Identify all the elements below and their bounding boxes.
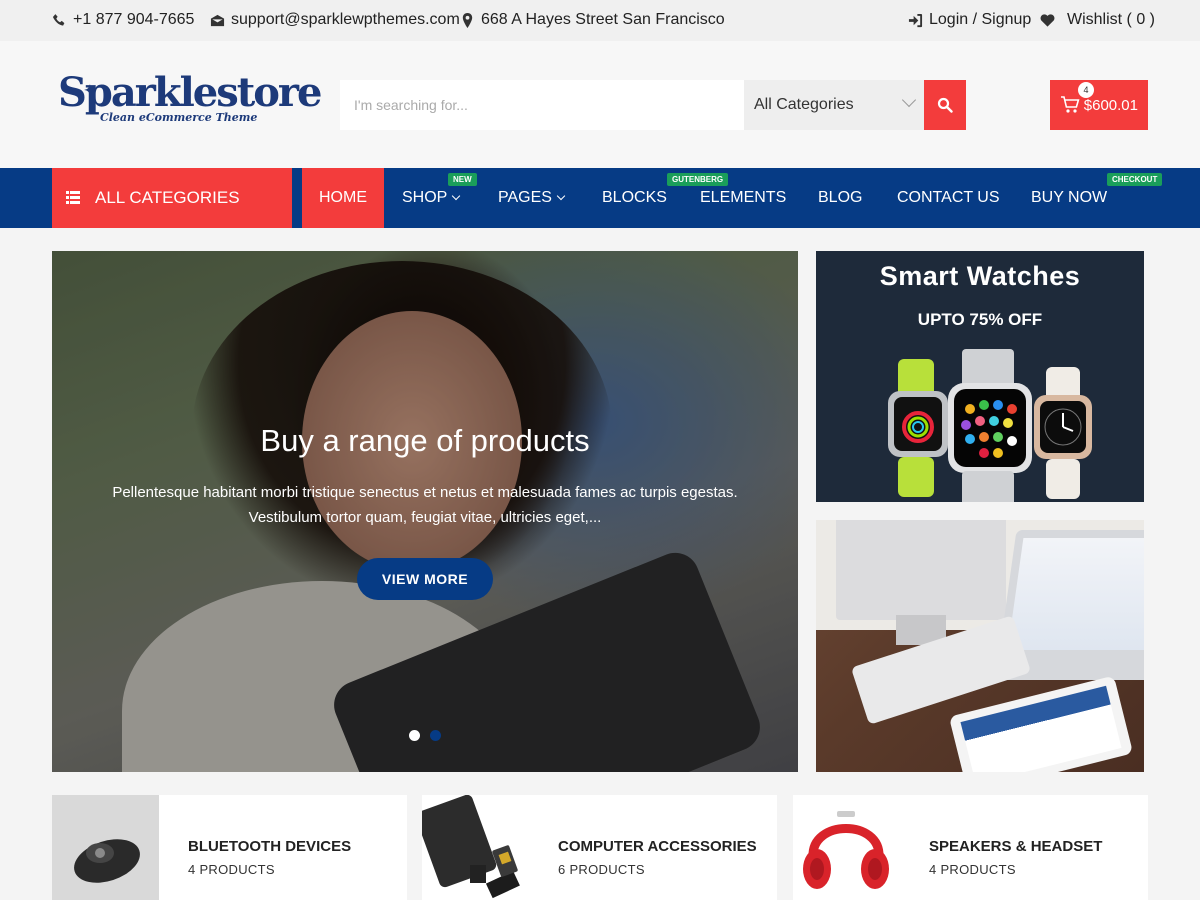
nav-item-label: PAGES (498, 189, 552, 206)
hero-slider: Buy a range of products Pellentesque hab… (52, 251, 798, 772)
envelope-icon (210, 14, 225, 26)
search-icon (937, 97, 953, 113)
shopping-cart-icon (1061, 96, 1080, 113)
red-headphones-image (793, 795, 900, 900)
search-button[interactable] (924, 80, 966, 130)
heart-icon (1040, 13, 1055, 27)
phone-icon (52, 13, 65, 26)
slide-content: Buy a range of products Pellentesque hab… (52, 251, 798, 772)
nav-badge-new: NEW (448, 173, 477, 186)
nav-item-label: BLOG (818, 189, 863, 206)
category-select[interactable]: All Categories (744, 80, 924, 130)
login-signup-link[interactable]: Login / Signup (908, 11, 1031, 29)
search-input[interactable] (340, 80, 744, 130)
nav-item-blocks[interactable]: BLOCKS (602, 168, 667, 228)
sign-in-icon (908, 13, 923, 27)
smart-watches-banner[interactable]: Smart Watches UPTO 75% OFF (816, 251, 1144, 502)
banner-discount: UPTO 75% OFF (917, 310, 1043, 329)
banner-title: Smart Watches (879, 261, 1081, 291)
nav-item-label: BLOCKS (602, 189, 667, 206)
phone-number: +1 877 904-7665 (73, 11, 195, 28)
category-select-value: All Categories (754, 96, 854, 113)
category-title: SPEAKERS & HEADSET (929, 838, 1103, 855)
category-product-count: 6 PRODUCTS (558, 862, 645, 877)
category-card-computer-accessories[interactable]: COMPUTER ACCESSORIES 6 PRODUCTS (422, 795, 777, 900)
store-address: 668 A Hayes Street San Francisco (481, 11, 725, 28)
smart-watches-image (888, 349, 1092, 502)
cart-count-badge: 4 (1078, 82, 1094, 98)
slide-title: Buy a range of products (260, 423, 590, 458)
main-navigation: ALL CATEGORIES HOME SHOP NEW PAGES BLOCK… (0, 168, 1200, 228)
phone-contact[interactable]: +1 877 904-7665 (52, 11, 194, 29)
nav-item-home[interactable]: HOME (302, 168, 384, 228)
wishlist-link[interactable]: Wishlist ( 0 ) (1040, 11, 1155, 29)
category-product-count: 4 PRODUCTS (188, 862, 275, 877)
nav-badge-checkout: CHECKOUT (1107, 173, 1163, 186)
slider-dot-2[interactable] (430, 730, 441, 741)
slider-dot-1[interactable] (409, 730, 420, 741)
map-marker-icon (462, 12, 473, 28)
nav-item-contact-us[interactable]: CONTACT US (897, 168, 1000, 228)
nav-item-pages[interactable]: PAGES (498, 168, 566, 228)
desk-photo-tablet-screen (960, 685, 1122, 772)
nav-item-label: ELEMENTS (700, 189, 787, 206)
all-categories-label: ALL CATEGORIES (95, 188, 240, 207)
chevron-down-icon (901, 92, 917, 108)
email-address: support@sparklewpthemes.com (231, 11, 460, 28)
cart-button[interactable]: 4 $600.01 (1050, 80, 1148, 130)
nav-item-label: CONTACT US (897, 189, 1000, 206)
site-logo[interactable]: Sparklestore ✦ Clean eCommerce Theme (58, 69, 322, 127)
login-signup-label: Login / Signup (929, 11, 1032, 28)
chevron-down-icon (556, 191, 566, 201)
desk-photo-imac (836, 520, 1006, 620)
view-more-button[interactable]: VIEW MORE (357, 558, 493, 600)
slide-description: Pellentesque habitant morbi tristique se… (112, 484, 738, 526)
logo-star-icon: ✦ (84, 83, 96, 99)
computers-banner[interactable] (816, 520, 1144, 772)
computer-accessories-image (422, 795, 529, 900)
nav-item-blog[interactable]: BLOG (818, 168, 862, 228)
category-title: BLUETOOTH DEVICES (188, 838, 352, 855)
top-bar: +1 877 904-7665 support@sparklewpthemes.… (0, 0, 1200, 41)
nav-item-label: HOME (319, 189, 367, 206)
address-contact: 668 A Hayes Street San Francisco (460, 11, 725, 29)
desk-photo-laptop-screen (1007, 538, 1144, 650)
all-categories-menu[interactable]: ALL CATEGORIES (52, 168, 292, 228)
cart-total: $600.01 (1083, 96, 1138, 114)
nav-item-elements[interactable]: ELEMENTS (700, 168, 786, 228)
wishlist-label: Wishlist ( 0 ) (1067, 11, 1155, 28)
bluetooth-headset-image (52, 795, 159, 900)
site-header: Sparklestore ✦ Clean eCommerce Theme All… (0, 41, 1200, 168)
category-card-speakers-headset[interactable]: SPEAKERS & HEADSET 4 PRODUCTS (793, 795, 1148, 900)
desk-photo-tablet (948, 675, 1134, 772)
nav-item-label: SHOP (402, 189, 448, 206)
nav-item-label: BUY NOW (1031, 189, 1108, 206)
list-icon (66, 191, 80, 204)
chevron-down-icon (452, 191, 461, 201)
email-contact[interactable]: support@sparklewpthemes.com (210, 11, 460, 29)
logo-wordmark: Sparklestore ✦ (58, 69, 322, 116)
category-product-count: 4 PRODUCTS (929, 862, 1016, 877)
nav-item-buy-now[interactable]: BUY NOW (1031, 168, 1107, 228)
category-title: COMPUTER ACCESSORIES (558, 838, 757, 855)
category-card-bluetooth-devices[interactable]: BLUETOOTH DEVICES 4 PRODUCTS (52, 795, 407, 900)
